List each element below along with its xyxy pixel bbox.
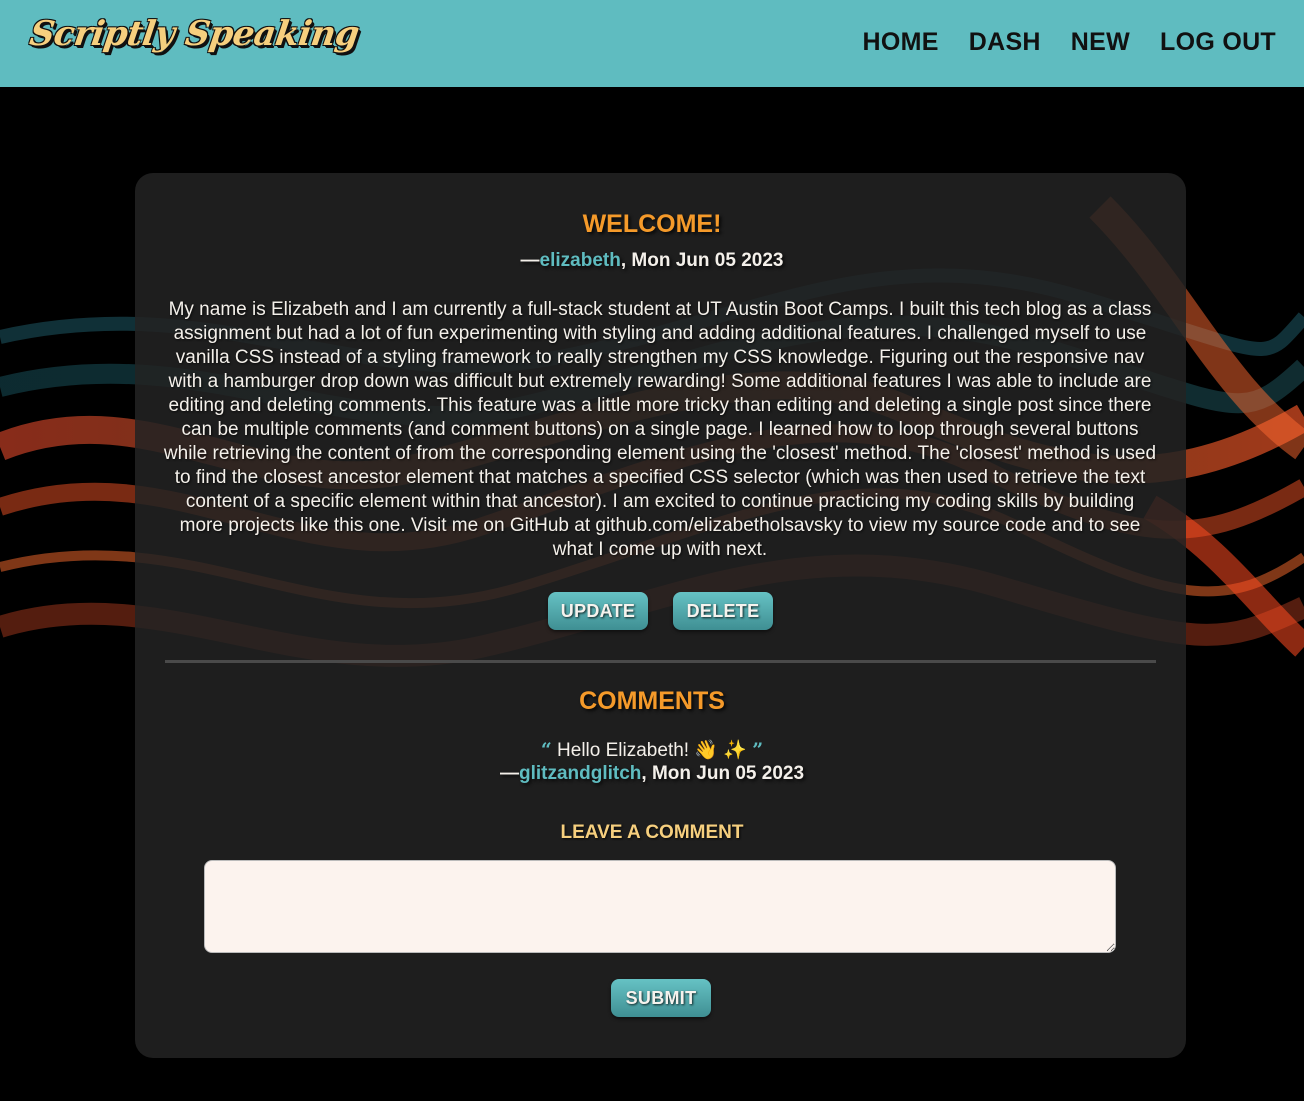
comment-byline-dash: —: [499, 763, 519, 784]
page: Scriptly Speaking HOME DASH NEW LOG OUT …: [0, 0, 1304, 1101]
leave-comment-label: LEAVE A COMMENT: [560, 822, 744, 843]
comment-item: “ Hello Elizabeth! 👋 ✨ ”: [0, 738, 1304, 762]
post-body: My name is Elizabeth and I am currently …: [163, 299, 1157, 560]
close-quote-icon: ”: [752, 739, 764, 761]
nav-new-link[interactable]: NEW: [1071, 28, 1130, 57]
submit-button[interactable]: SUBMIT: [611, 979, 711, 1017]
nav-logout-link[interactable]: LOG OUT: [1160, 28, 1276, 57]
comment-byline: —glitzandglitch, Mon Jun 05 2023: [0, 763, 1304, 785]
comment-author: glitzandglitch: [518, 763, 642, 784]
comment-text: Hello Elizabeth! 👋 ✨: [557, 740, 747, 761]
comments-title: COMMENTS: [579, 687, 725, 715]
comment-input[interactable]: [204, 860, 1116, 953]
comment-date: Mon Jun 05 2023: [651, 763, 805, 784]
delete-button[interactable]: DELETE: [673, 592, 773, 630]
post-author: elizabeth: [539, 250, 621, 271]
byline-separator: ,: [620, 250, 632, 271]
comment-byline-separator: ,: [641, 763, 652, 784]
post-byline: —elizabeth, Mon Jun 05 2023: [0, 250, 1304, 272]
open-quote-icon: “: [540, 739, 552, 761]
post-date: Mon Jun 05 2023: [631, 250, 784, 271]
main-nav: HOME DASH NEW LOG OUT: [863, 28, 1276, 57]
site-logo[interactable]: Scriptly Speaking: [27, 14, 361, 54]
nav-dash-link[interactable]: DASH: [969, 28, 1041, 57]
site-header: Scriptly Speaking HOME DASH NEW LOG OUT: [0, 0, 1304, 87]
update-button[interactable]: UPDATE: [548, 592, 648, 630]
post-title: WELCOME!: [582, 210, 722, 238]
nav-home-link[interactable]: HOME: [863, 28, 939, 57]
byline-dash: —: [520, 250, 540, 271]
section-divider: [165, 660, 1156, 663]
